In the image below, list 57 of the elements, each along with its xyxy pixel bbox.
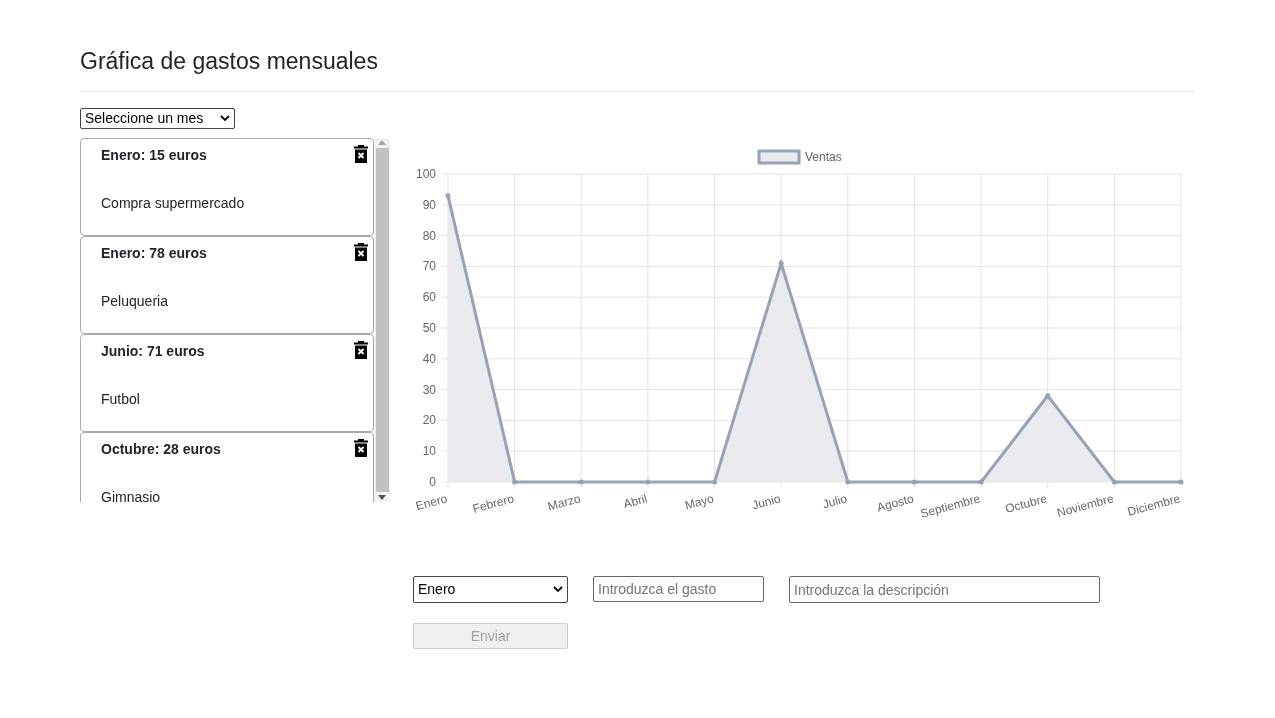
delete-icon[interactable] [354,145,368,163]
y-tick-label: 100 [415,167,436,181]
y-tick-label: 30 [422,382,436,397]
expense-heading: Enero: 78 euros [101,244,207,263]
x-tick-label: Febrero [471,491,516,516]
y-tick-label: 40 [422,351,436,366]
data-point [978,479,984,485]
delete-icon[interactable] [354,243,368,261]
expense-heading: Octubre: 28 euros [101,440,221,459]
month-filter-dropdown[interactable]: Seleccione un mes [80,108,235,129]
month-dropdown[interactable]: Enero [413,576,568,603]
x-tick-label: Marzo [546,491,583,514]
expense-description: Futbol [101,390,141,409]
expense-heading: Enero: 15 euros [101,146,207,165]
x-tick-label: Octubre [1003,491,1049,516]
scrollbar-thumb[interactable] [375,148,389,492]
expense-description: Compra supermercado [101,194,246,213]
x-tick-label: Enero [414,491,449,514]
x-tick-label: Abril [621,491,649,512]
data-point [1045,393,1051,399]
y-tick-label: 70 [422,259,436,274]
data-point [578,479,584,485]
data-point [645,479,651,485]
x-tick-label: Agosto [875,491,916,515]
amount-input[interactable]: Introduzca el gasto [593,576,764,602]
x-tick-label: Julio [821,491,849,512]
data-point [512,479,518,485]
data-point [911,479,917,485]
legend-label[interactable]: Ventas [805,150,842,164]
x-tick-label: Junio [750,491,782,513]
description-input[interactable]: Introduzca la descripción [789,576,1100,603]
delete-icon[interactable] [354,439,368,457]
data-point [712,479,718,485]
expense-description: Gimnasio [101,488,162,502]
y-tick-label: 20 [422,413,436,428]
data-point [1111,479,1117,485]
scrollbar[interactable] [374,138,390,502]
y-tick-label: 50 [422,321,436,335]
chevron-icon [553,586,563,593]
y-tick-label: 0 [429,475,436,489]
x-tick-label: Diciembre [1126,491,1182,519]
x-tick-label: Mayo [683,491,716,513]
expense-description: Peluqueria [101,292,169,311]
y-tick-label: 10 [422,444,436,459]
y-tick-label: 60 [422,290,436,305]
y-tick-label: 80 [422,228,436,243]
expense-heading: Junio: 71 euros [101,342,205,361]
data-point [1178,479,1184,485]
legend-swatch[interactable] [757,149,801,165]
scroll-down-icon[interactable] [378,495,386,500]
data-point [445,193,451,199]
y-tick-label: 90 [422,197,436,212]
chevron-icon [220,115,230,122]
delete-icon[interactable] [354,341,368,359]
data-point [778,260,784,266]
page-title: Gráfica de gastos mensuales [80,46,1195,92]
data-point [845,479,851,485]
